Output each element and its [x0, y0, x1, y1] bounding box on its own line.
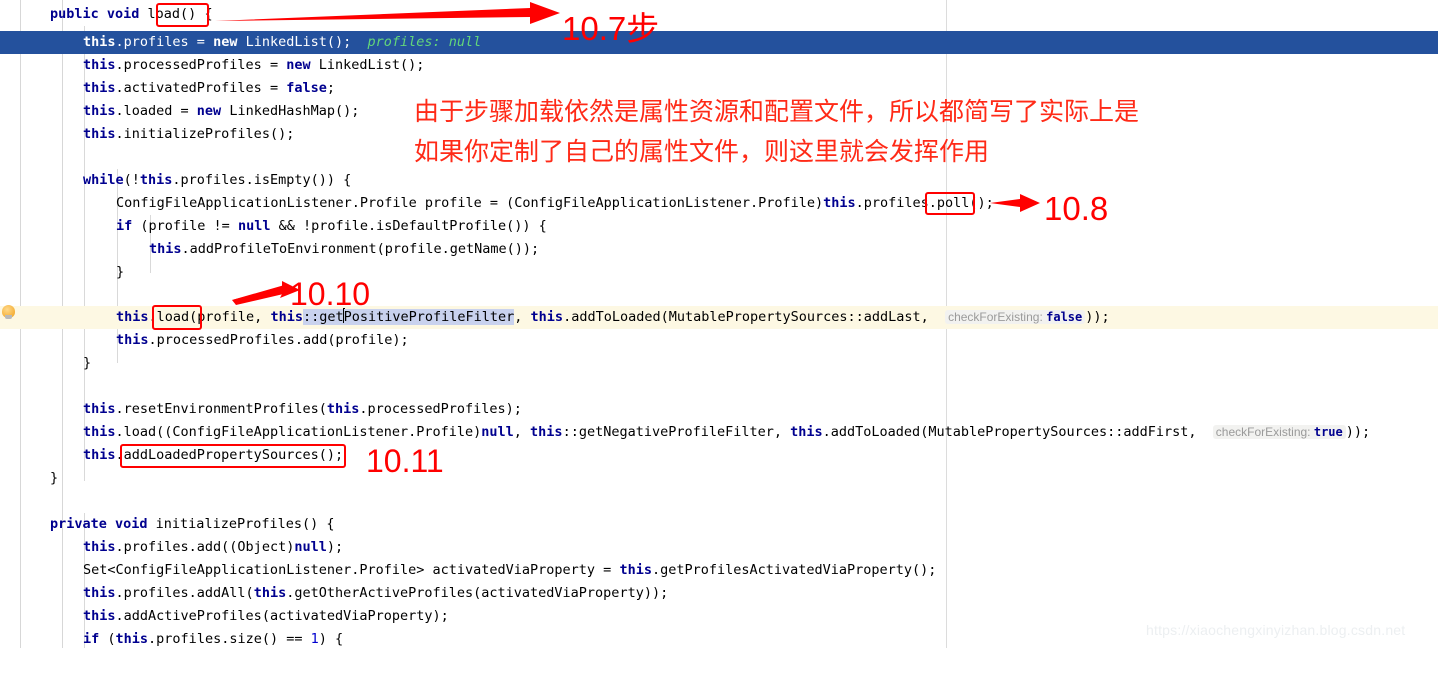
code-line[interactable]: Set<ConfigFileApplicationListener.Profil…: [0, 559, 1438, 582]
code-line[interactable]: this.addProfileToEnvironment(profile.get…: [0, 238, 1438, 261]
code-line[interactable]: private void initializeProfiles() {: [0, 513, 1438, 536]
code-line[interactable]: this.initializeProfiles();: [0, 123, 1438, 146]
code-line[interactable]: this.load((ConfigFileApplicationListener…: [0, 421, 1438, 444]
lightbulb-icon[interactable]: [2, 305, 15, 319]
code-line[interactable]: public void load() {: [0, 3, 1438, 26]
code-line[interactable]: this.profiles.add((Object)null);: [0, 536, 1438, 559]
code-line[interactable]: this.activatedProfiles = false;: [0, 77, 1438, 100]
code-line[interactable]: }: [0, 467, 1438, 490]
code-line[interactable]: this.processedProfiles.add(profile);: [0, 329, 1438, 352]
code-line[interactable]: while(!this.profiles.isEmpty()) {: [0, 169, 1438, 192]
code-line[interactable]: this.processedProfiles = new LinkedList(…: [0, 54, 1438, 77]
code-line[interactable]: this.resetEnvironmentProfiles(this.proce…: [0, 398, 1438, 421]
code-editor[interactable]: this.profiles = new LinkedList(); profil…: [0, 0, 1438, 648]
code-line[interactable]: }: [0, 352, 1438, 375]
code-line[interactable]: if (profile != null && !profile.isDefaul…: [0, 215, 1438, 238]
code-line[interactable]: ConfigFileApplicationListener.Profile pr…: [0, 192, 1438, 215]
code-line[interactable]: }: [0, 261, 1438, 284]
code-line-selected[interactable]: this.profiles = new LinkedList(); profil…: [0, 31, 1438, 54]
code-line[interactable]: this.profiles.addAll(this.getOtherActive…: [0, 582, 1438, 605]
code-line-text: this.profiles = new LinkedList(); profil…: [83, 34, 482, 50]
code-line[interactable]: this.addLoadedPropertySources();: [0, 444, 1438, 467]
code-line[interactable]: this.loaded = new LinkedHashMap();: [0, 100, 1438, 123]
watermark: https://xiaochengxinyizhan.blog.csdn.net: [1146, 622, 1406, 638]
code-line[interactable]: this.load(profile, this::getPositiveProf…: [0, 306, 1438, 329]
